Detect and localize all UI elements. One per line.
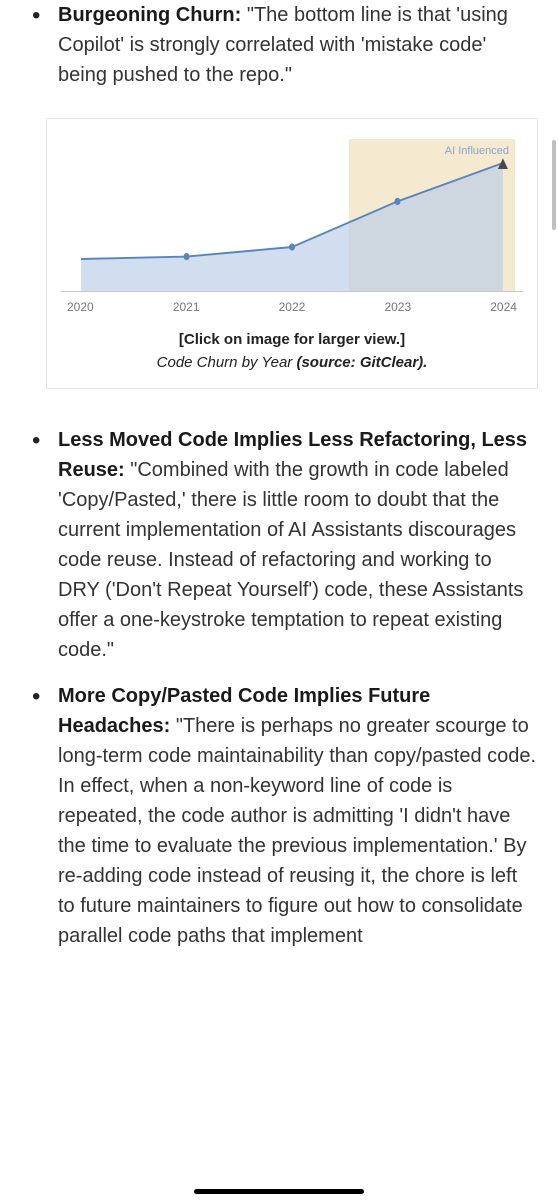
bullet-list: Burgeoning Churn: "The bottom line is th…: [28, 0, 538, 951]
caption-source-open: (source:: [296, 354, 359, 371]
chart[interactable]: AI Influenced 2020 2021 2022 2023 2024: [61, 139, 523, 319]
ai-influenced-label: AI Influenced: [445, 143, 509, 160]
x-tick: 2020: [67, 298, 94, 319]
chart-x-axis: 2020 2021 2022 2023 2024: [61, 291, 523, 319]
list-item: More Copy/Pasted Code Implies Future Hea…: [28, 681, 538, 951]
bullet-body: "Combined with the growth in code labele…: [58, 459, 523, 661]
list-item: Burgeoning Churn: "The bottom line is th…: [28, 0, 538, 90]
article-body: Burgeoning Churn: "The bottom line is th…: [0, 0, 558, 951]
figure-container[interactable]: AI Influenced 2020 2021 2022 2023 2024: [46, 118, 538, 389]
figure-caption: [Click on image for larger view.] Code C…: [61, 329, 523, 374]
figure-caption-line: Code Churn by Year (source: GitClear).: [61, 352, 523, 375]
bullet-body: "There is perhaps no greater scourge to …: [58, 715, 536, 947]
scroll-indicator[interactable]: [552, 140, 556, 230]
figure-click-hint: [Click on image for larger view.]: [61, 329, 523, 352]
x-tick: 2022: [279, 298, 306, 319]
x-tick: 2021: [173, 298, 200, 319]
caption-source-close: ).: [418, 354, 427, 371]
caption-source: GitClear: [360, 354, 418, 371]
bullet-heading: Burgeoning Churn:: [58, 4, 241, 26]
x-tick: 2023: [384, 298, 411, 319]
home-indicator[interactable]: [194, 1189, 364, 1194]
x-tick: 2024: [490, 298, 517, 319]
list-item: Less Moved Code Implies Less Refactoring…: [28, 425, 538, 665]
caption-title: Code Churn by Year: [157, 354, 297, 371]
